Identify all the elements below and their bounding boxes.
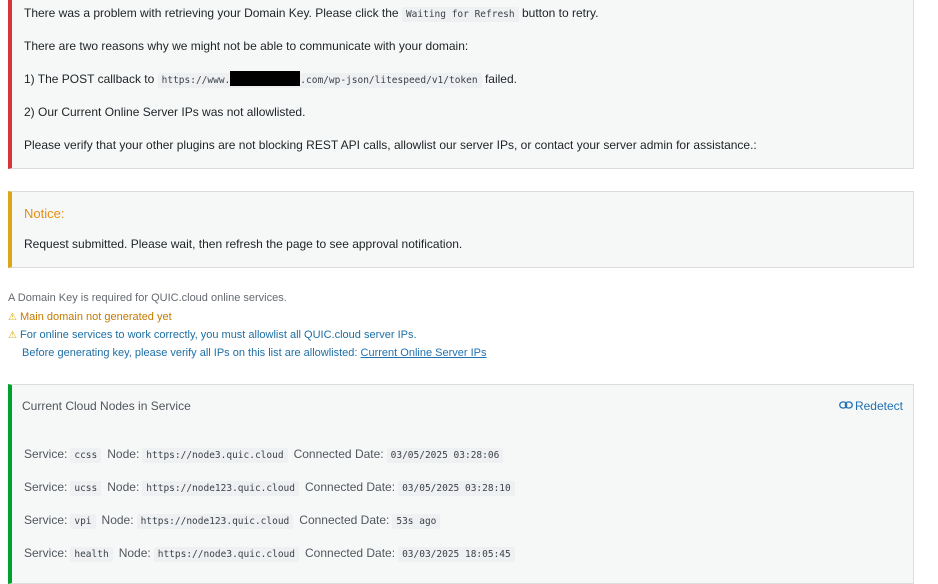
error-verify-text: Please verify that your other plugins ar…: [24, 138, 757, 152]
node-url-code: https://node123.quic.cloud: [136, 514, 294, 529]
error-notice: There was a problem with retrieving your…: [8, 0, 914, 169]
error-reasons-intro: There are two reasons why we might not b…: [24, 39, 469, 53]
verify-ips-text: Before generating key, please verify all…: [22, 347, 487, 359]
error-reason-2: 2) Our Current Online Server IPs was not…: [24, 105, 306, 119]
warning-icon: ⚠: [8, 330, 17, 341]
node-row: Service: ccss Node: https://node3.quic.clou…: [24, 445, 509, 465]
error-reason-1: 1) The POST callback to https://www. .com…: [24, 71, 517, 88]
service-code: ucss: [70, 481, 102, 496]
redetect-button[interactable]: Redetect: [839, 399, 903, 413]
link-icon: [839, 399, 855, 413]
node-url-code: https://node3.quic.cloud: [142, 448, 288, 463]
node-row: Service: ucss Node: https://node123.quic.cl…: [24, 478, 521, 498]
connected-date-code: 03/05/2025 03:28:06: [386, 448, 504, 463]
node-row: Service: health Node: https://node3.quic.cl…: [24, 544, 521, 564]
connected-date-code: 03/05/2025 03:28:10: [398, 481, 515, 496]
domain-key-required: A Domain Key is required for QUIC.cloud …: [8, 292, 287, 304]
current-online-server-ips-link[interactable]: Current Online Server IPs: [361, 347, 487, 359]
error-retry-text: There was a problem with retrieving your…: [24, 6, 599, 22]
notice-message: Request submitted. Please wait, then ref…: [24, 237, 463, 251]
allowlist-warning: ⚠ For online services to work correctly, …: [8, 329, 417, 341]
cloud-nodes-title: Current Cloud Nodes in Service: [22, 399, 191, 413]
service-code: vpi: [70, 514, 96, 529]
connected-date-code: 53s ago: [392, 514, 441, 529]
redacted-domain: [230, 71, 301, 86]
service-code: health: [70, 547, 113, 562]
connected-date-code: 03/03/2025 18:05:45: [398, 547, 515, 562]
waiting-for-refresh-code: Waiting for Refresh: [401, 7, 519, 22]
notice-title: Notice:: [24, 206, 65, 221]
warning-icon: ⚠: [8, 312, 17, 323]
request-notice: Notice: Request submitted. Please wait, …: [8, 191, 914, 268]
main-domain-warning: ⚠ Main domain not generated yet: [8, 311, 172, 323]
cloud-nodes-panel: Current Cloud Nodes in Service Redetect …: [8, 384, 914, 584]
node-url-code: https://node123.quic.cloud: [142, 481, 299, 496]
callback-url-code: https://www. .com/wp-json/litespeed/v1/to…: [157, 71, 482, 88]
node-row: Service: vpi Node: https://node123.quic.clo…: [24, 511, 446, 531]
node-url-code: https://node3.quic.cloud: [153, 547, 299, 562]
service-code: ccss: [70, 448, 102, 463]
